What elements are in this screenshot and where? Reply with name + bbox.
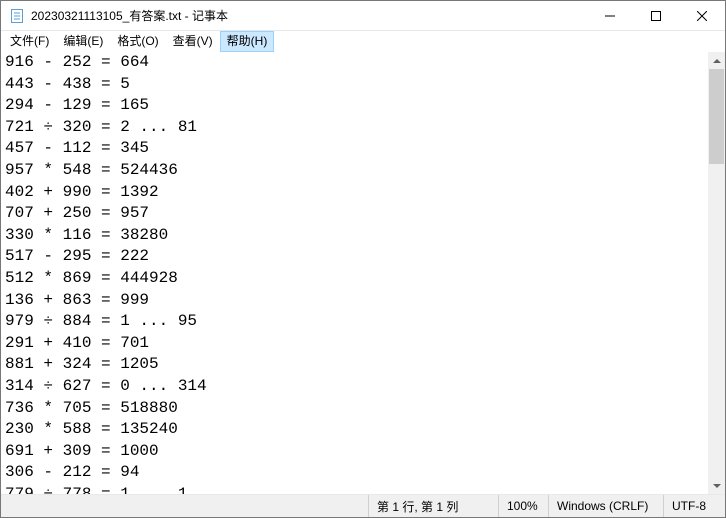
menu-file[interactable]: 文件(F): [3, 31, 56, 52]
notepad-window: 20230321113105_有答案.txt - 记事本 文件(F) 编辑(E)…: [0, 0, 726, 518]
text-editor[interactable]: 916 - 252 = 664 443 - 438 = 5 294 - 129 …: [1, 52, 708, 494]
close-button[interactable]: [679, 1, 725, 30]
titlebar[interactable]: 20230321113105_有答案.txt - 记事本: [1, 1, 725, 31]
status-eol: Windows (CRLF): [548, 495, 663, 517]
notepad-icon: [9, 8, 25, 24]
menubar: 文件(F) 编辑(E) 格式(O) 查看(V) 帮助(H): [1, 31, 725, 52]
menu-view[interactable]: 查看(V): [166, 31, 220, 52]
status-spacer: [1, 495, 368, 517]
maximize-button[interactable]: [633, 1, 679, 30]
vertical-scrollbar[interactable]: [708, 52, 725, 494]
content-area: 916 - 252 = 664 443 - 438 = 5 294 - 129 …: [1, 52, 725, 494]
minimize-button[interactable]: [587, 1, 633, 30]
window-controls: [587, 1, 725, 30]
status-zoom: 100%: [498, 495, 548, 517]
menu-format[interactable]: 格式(O): [110, 31, 165, 52]
window-title: 20230321113105_有答案.txt - 记事本: [31, 7, 587, 24]
scroll-thumb[interactable]: [709, 69, 724, 164]
status-position: 第 1 行, 第 1 列: [368, 495, 498, 517]
scroll-down-arrow[interactable]: [708, 477, 725, 494]
menu-edit[interactable]: 编辑(E): [56, 31, 110, 52]
menu-help[interactable]: 帮助(H): [220, 31, 275, 52]
status-encoding: UTF-8: [663, 495, 725, 517]
scroll-up-arrow[interactable]: [708, 52, 725, 69]
statusbar: 第 1 行, 第 1 列 100% Windows (CRLF) UTF-8: [1, 494, 725, 517]
